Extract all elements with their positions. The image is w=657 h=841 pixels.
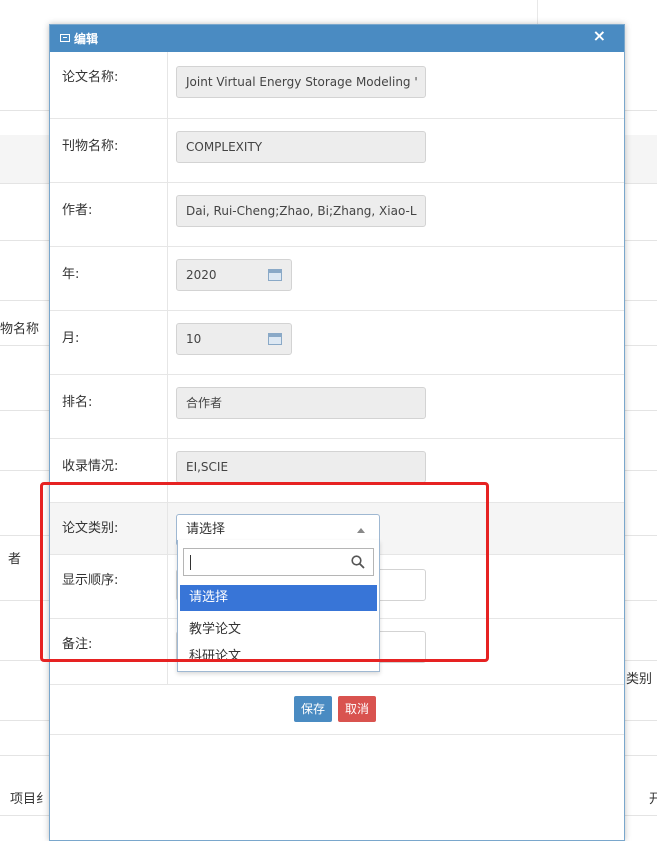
journal-name-input[interactable]: COMPLEXITY [176, 131, 426, 163]
month-label: 月: [62, 331, 80, 346]
authors-input[interactable]: Dai, Rui-Cheng;Zhao, Bi;Zhang, Xiao-L [176, 195, 426, 227]
save-button[interactable]: 保存 [294, 696, 333, 722]
remark-label: 备注: [62, 637, 93, 652]
close-button[interactable]: × [593, 26, 606, 45]
form-row-journal-name: 刊物名称: COMPLEXITY [50, 119, 624, 183]
category-dropdown: 请选择 教学论文 科研论文 [177, 540, 380, 672]
bg-label-journal-name: 物名称 [0, 322, 40, 337]
caret-up-icon [357, 528, 365, 533]
calendar-icon[interactable] [268, 333, 282, 345]
form-row-actions [50, 685, 624, 735]
text-cursor [190, 555, 191, 570]
edit-dialog: 编辑 × 论文名称: Joint Virtual Energy Storage … [49, 24, 625, 841]
ranking-label: 排名: [62, 395, 93, 410]
category-selected-value: 请选择 [186, 522, 226, 537]
form-row-authors: 作者: Dai, Rui-Cheng;Zhao, Bi;Zhang, Xiao-… [50, 183, 624, 247]
dialog-title: 编辑 [74, 32, 99, 46]
calendar-icon[interactable] [268, 269, 282, 281]
paper-name-input[interactable]: Joint Virtual Energy Storage Modeling ' [176, 66, 426, 98]
dropdown-option[interactable]: 请选择 [180, 585, 377, 611]
year-label: 年: [62, 267, 80, 282]
form-row-year: 年: 2020 [50, 247, 624, 311]
dropdown-option[interactable]: 教学论文 [180, 617, 377, 643]
bg-label-project: 项目纟 [10, 792, 50, 807]
authors-label: 作者: [62, 203, 93, 218]
dropdown-search-input[interactable] [183, 548, 374, 576]
cancel-button[interactable]: 取消 [338, 696, 377, 722]
indexing-input[interactable]: EI,SCIE [176, 451, 426, 483]
dialog-header: 编辑 × [50, 25, 624, 52]
form-row-indexing: 收录情况: EI,SCIE [50, 439, 624, 503]
journal-name-label: 刊物名称: [62, 139, 119, 154]
paper-name-label: 论文名称: [62, 70, 119, 85]
month-value: 10 [186, 332, 202, 346]
form-row-month: 月: 10 [50, 311, 624, 375]
form-row-paper-name: 论文名称: Joint Virtual Energy Storage Model… [50, 52, 624, 119]
indexing-label: 收录情况: [62, 459, 119, 474]
bg-label-category: 类别 [626, 672, 653, 687]
year-input[interactable]: 2020 [176, 259, 292, 291]
month-input[interactable]: 10 [176, 323, 292, 355]
year-value: 2020 [186, 268, 217, 282]
bg-label-right-edge: 开 [649, 792, 657, 807]
bg-label-author: 者 [8, 552, 22, 567]
edit-icon [60, 34, 70, 42]
category-label: 论文类别: [62, 521, 119, 536]
search-icon [351, 555, 365, 569]
dropdown-option[interactable]: 科研论文 [180, 644, 377, 670]
display-order-label: 显示顺序: [62, 573, 119, 588]
form-row-ranking: 排名: 合作者 [50, 375, 624, 439]
ranking-input[interactable]: 合作者 [176, 387, 426, 419]
